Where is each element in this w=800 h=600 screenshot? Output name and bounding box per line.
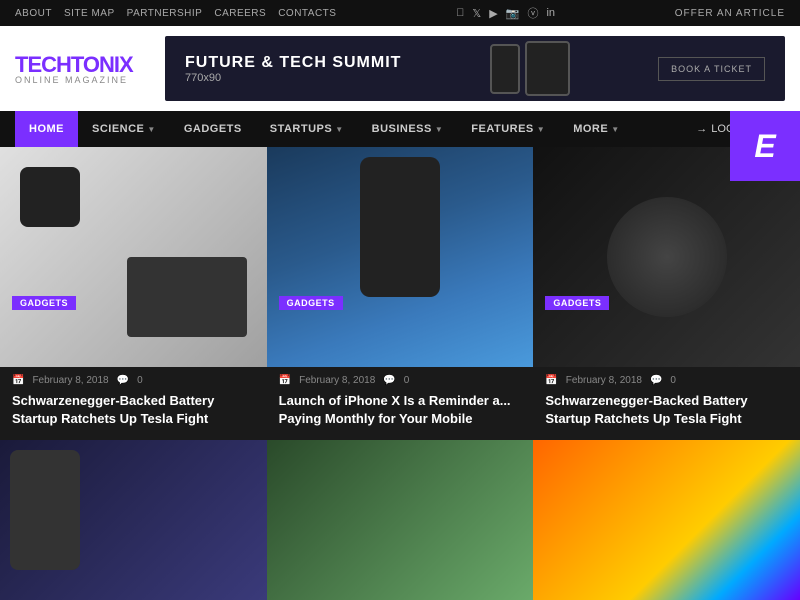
logo-part1: TECHTO: [15, 52, 99, 77]
nav-home[interactable]: HOME: [15, 111, 78, 147]
card-2-meta: 📅 February 8, 2018 💬 0: [279, 375, 522, 386]
bottom-row: [0, 440, 800, 600]
nav-more[interactable]: MORE▼: [559, 111, 633, 147]
banner-title: FUTURE & TECH SUMMIT: [185, 54, 401, 72]
logo-part2: NIX: [99, 52, 133, 77]
card-2-date: February 8, 2018: [299, 375, 375, 386]
navigation: HOME SCIENCE▼ GADGETS STARTUPS▼ BUSINESS…: [0, 111, 800, 147]
card-1-title: Schwarzenegger-Backed Battery Startup Ra…: [12, 392, 255, 428]
nav-science[interactable]: SCIENCE▼: [78, 111, 170, 147]
cards-grid: GADGETS 📅 February 8, 2018 💬 0 Schwarzen…: [0, 147, 800, 440]
nav-business[interactable]: BUSINESS▼: [358, 111, 458, 147]
elementor-badge: E: [730, 111, 800, 181]
card-1-meta: 📅 February 8, 2018 💬 0: [12, 375, 255, 386]
card-3-comments: 0: [670, 375, 676, 386]
card-2-image: [267, 147, 534, 367]
twitter-icon[interactable]: 𝕏: [472, 7, 481, 20]
header: TECHTONIX ONLINE MAGAZINE FUTURE & TECH …: [0, 26, 800, 111]
bottom-card-2-image: [267, 440, 534, 600]
more-arrow: ▼: [611, 125, 619, 134]
calendar-icon: 📅: [12, 375, 24, 386]
social-icons:  𝕏 ▶ 📷 ⓥ in: [456, 5, 555, 21]
card-3-title: Schwarzenegger-Backed Battery Startup Ra…: [545, 392, 788, 428]
bottom-card-1[interactable]: [0, 440, 267, 600]
partnership-link[interactable]: PARTNERSHIP: [127, 8, 203, 19]
science-arrow: ▼: [147, 125, 155, 134]
banner-size: 770x90: [185, 72, 401, 84]
banner-content: FUTURE & TECH SUMMIT 770x90: [185, 54, 401, 84]
banner[interactable]: FUTURE & TECH SUMMIT 770x90 BOOK A TICKE…: [165, 36, 785, 101]
card-2-badge: GADGETS: [279, 296, 343, 310]
card-1-date: February 8, 2018: [32, 375, 108, 386]
top-bar-links: ABOUT SITE MAP PARTNERSHIP CAREERS CONTA…: [15, 8, 336, 19]
calendar-icon-3: 📅: [545, 375, 557, 386]
bottom-card-3[interactable]: [533, 440, 800, 600]
business-arrow: ▼: [435, 125, 443, 134]
card-2-info: 📅 February 8, 2018 💬 0 Launch of iPhone …: [267, 367, 534, 440]
nav-items: HOME SCIENCE▼ GADGETS STARTUPS▼ BUSINESS…: [15, 111, 696, 147]
careers-link[interactable]: CAREERS: [214, 8, 266, 19]
nav-gadgets[interactable]: GADGETS: [170, 111, 256, 147]
contacts-link[interactable]: CONTACTS: [278, 8, 336, 19]
card-3[interactable]: GADGETS 📅 February 8, 2018 💬 0 Schwarzen…: [533, 147, 800, 440]
offer-link[interactable]: OFFER AN ARTICLE: [675, 8, 785, 19]
card-3-badge: GADGETS: [545, 296, 609, 310]
card-3-info: 📅 February 8, 2018 💬 0 Schwarzenegger-Ba…: [533, 367, 800, 440]
comment-icon: 💬: [117, 375, 129, 386]
comment-icon-3: 💬: [650, 375, 662, 386]
card-1-badge: GADGETS: [12, 296, 76, 310]
bottom-card-2[interactable]: [267, 440, 534, 600]
card-2-comments: 0: [404, 375, 410, 386]
sitemap-link[interactable]: SITE MAP: [64, 8, 115, 19]
logo-subtitle: ONLINE MAGAZINE: [15, 75, 145, 85]
book-ticket-button[interactable]: BOOK A TICKET: [658, 57, 765, 81]
login-icon: →: [696, 123, 707, 135]
card-1-comments: 0: [137, 375, 143, 386]
youtube-icon[interactable]: ▶: [489, 7, 497, 20]
card-2[interactable]: GADGETS 📅 February 8, 2018 💬 0 Launch of…: [267, 147, 534, 440]
comment-icon-2: 💬: [383, 375, 395, 386]
card-1-info: 📅 February 8, 2018 💬 0 Schwarzenegger-Ba…: [0, 367, 267, 440]
features-arrow: ▼: [537, 125, 545, 134]
device-phone-icon: [490, 44, 520, 94]
banner-devices: [490, 41, 570, 96]
bottom-card-3-image: [533, 440, 800, 600]
card-3-meta: 📅 February 8, 2018 💬 0: [545, 375, 788, 386]
startups-arrow: ▼: [335, 125, 343, 134]
card-1[interactable]: GADGETS 📅 February 8, 2018 💬 0 Schwarzen…: [0, 147, 267, 440]
bottom-card-1-image: [0, 440, 267, 600]
vimeo-icon[interactable]: ⓥ: [527, 5, 538, 21]
linkedin-icon[interactable]: in: [546, 7, 555, 19]
camera-icon[interactable]: 📷: [506, 7, 520, 20]
device-tablet-icon: [525, 41, 570, 96]
nav-startups[interactable]: STARTUPS▼: [256, 111, 358, 147]
elementor-e-icon: E: [754, 128, 775, 165]
calendar-icon-2: 📅: [279, 375, 291, 386]
nav-features[interactable]: FEATURES▼: [457, 111, 559, 147]
top-bar: ABOUT SITE MAP PARTNERSHIP CAREERS CONTA…: [0, 0, 800, 26]
about-link[interactable]: ABOUT: [15, 8, 52, 19]
card-1-image: [0, 147, 267, 367]
logo[interactable]: TECHTONIX ONLINE MAGAZINE: [15, 52, 145, 85]
card-2-title: Launch of iPhone X Is a Reminder a... Pa…: [279, 392, 522, 428]
facebook-icon[interactable]: : [456, 7, 464, 19]
card-3-date: February 8, 2018: [566, 375, 642, 386]
